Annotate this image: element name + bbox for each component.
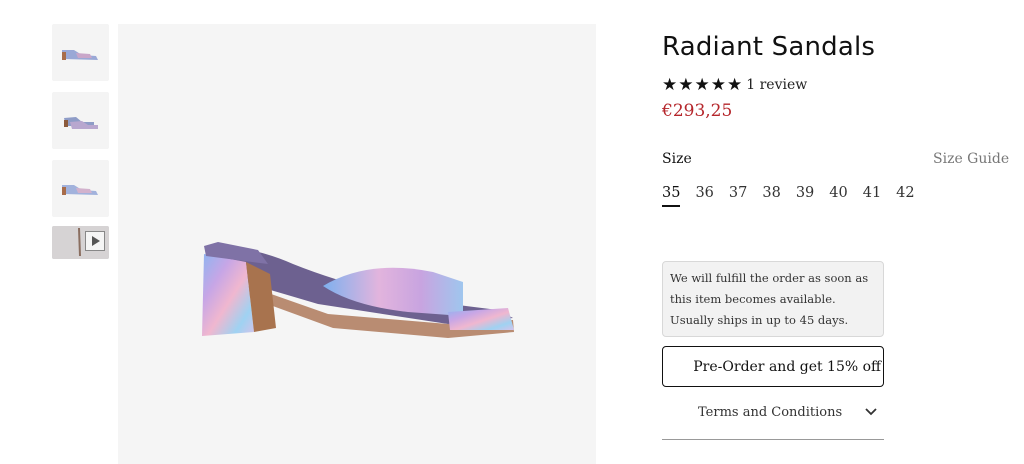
star-icon: ★ (662, 75, 678, 95)
product-title: Radiant Sandals (662, 32, 876, 62)
terms-label: Terms and Conditions (698, 405, 843, 420)
size-option-39[interactable]: 39 (796, 183, 814, 207)
size-option-41[interactable]: 41 (863, 183, 881, 207)
size-option-35[interactable]: 35 (662, 183, 681, 207)
play-icon (85, 231, 105, 251)
star-rating: ★ ★ ★ ★ ★ (662, 76, 742, 94)
radiant-sandal-image (202, 242, 514, 338)
review-count-link[interactable]: 1 review (746, 77, 807, 93)
star-icon: ★ (694, 75, 710, 95)
main-product-image[interactable] (118, 24, 596, 464)
star-icon: ★ (710, 75, 726, 95)
star-icon: ★ (678, 75, 694, 95)
star-icon: ★ (727, 75, 743, 95)
rating-summary[interactable]: ★ ★ ★ ★ ★ 1 review (662, 76, 807, 94)
size-option-36[interactable]: 36 (695, 183, 713, 207)
size-guide-link[interactable]: Size Guide (933, 151, 1009, 167)
size-selector: 35 36 37 38 39 40 41 42 (662, 183, 930, 207)
size-option-38[interactable]: 38 (762, 183, 780, 207)
size-option-42[interactable]: 42 (896, 183, 914, 207)
chevron-down-icon (865, 408, 877, 416)
product-price: €293,25 (662, 101, 733, 121)
thumbnail-3[interactable] (52, 160, 109, 217)
preorder-button[interactable]: Pre-Order and get 15% off (662, 346, 884, 387)
thumbnail-2[interactable] (52, 92, 109, 149)
sandal-thumbnail-image-alt (62, 185, 98, 195)
terms-accordion[interactable]: Terms and Conditions (662, 397, 884, 440)
thumbnail-1[interactable] (52, 24, 109, 81)
size-label: Size (662, 151, 692, 167)
availability-notice: We will fulfill the order as soon as thi… (662, 261, 884, 337)
size-option-40[interactable]: 40 (829, 183, 847, 207)
video-thumbnail[interactable] (52, 226, 109, 259)
sandal-pair-thumbnail-image (64, 117, 98, 129)
size-option-37[interactable]: 37 (729, 183, 747, 207)
sandal-thumbnail-image (62, 50, 98, 60)
